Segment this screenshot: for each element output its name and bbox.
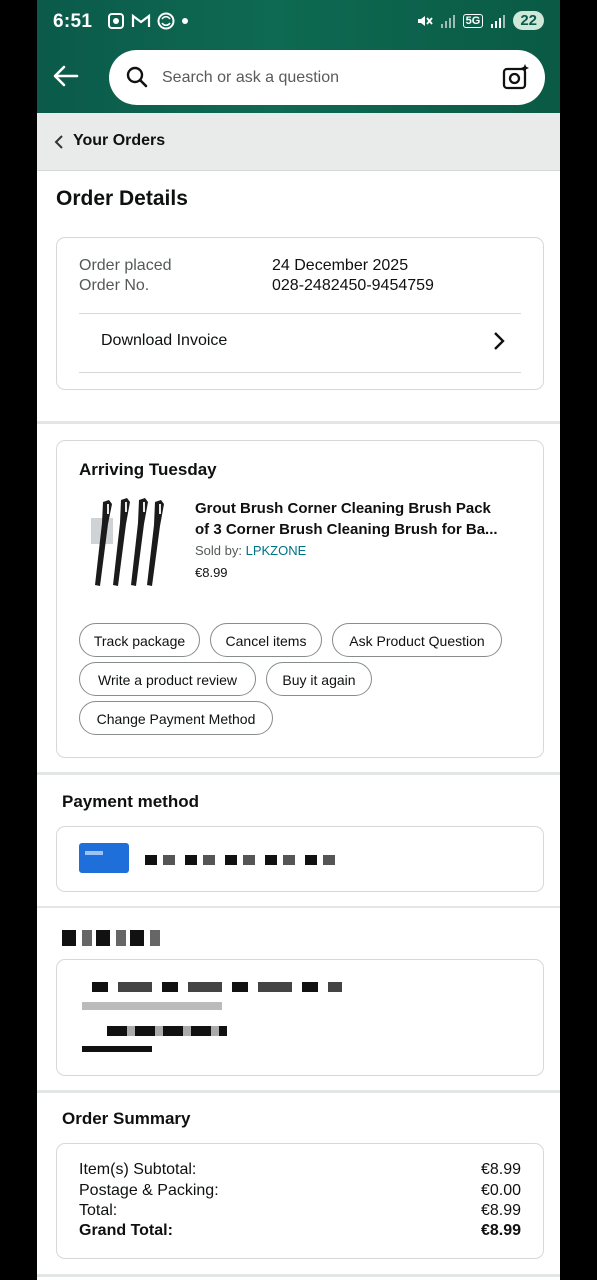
summary-label: Postage & Packing: xyxy=(79,1182,219,1199)
search-bar[interactable] xyxy=(109,50,545,105)
status-time: 6:51 xyxy=(53,11,93,32)
redacted-ship-to-title xyxy=(62,930,162,946)
payment-card[interactable] xyxy=(56,826,544,892)
seller-link[interactable]: LPKZONE xyxy=(246,543,307,558)
status-bar: 6:51 5G 22 xyxy=(37,0,560,46)
order-summary-title: Order Summary xyxy=(62,1109,191,1128)
ask-question-button[interactable]: Ask Product Question xyxy=(332,623,502,657)
order-summary-card: Item(s) Subtotal: €8.99 Postage & Packin… xyxy=(56,1143,544,1259)
product-title-line1: Grout Brush Corner Cleaning Brush Pack xyxy=(195,500,491,517)
track-package-button[interactable]: Track package xyxy=(79,623,200,657)
chevron-right-icon xyxy=(494,332,505,350)
item-price: €8.99 xyxy=(195,565,228,580)
cancel-items-button[interactable]: Cancel items xyxy=(210,623,322,657)
change-payment-button[interactable]: Change Payment Method xyxy=(79,701,273,735)
redacted-address-line1 xyxy=(92,982,342,992)
notification-icons xyxy=(107,12,189,30)
signal-icon-2 xyxy=(491,14,506,28)
address-card xyxy=(56,959,544,1076)
section-divider xyxy=(37,906,560,908)
buy-again-button[interactable]: Buy it again xyxy=(266,662,372,696)
summary-label: Grand Total: xyxy=(79,1222,173,1239)
chatgpt-icon xyxy=(157,12,175,30)
page-title: Order Details xyxy=(56,187,188,210)
redacted-address-line2 xyxy=(82,1002,222,1010)
breadcrumb[interactable]: Your Orders xyxy=(37,113,560,171)
download-invoice-button[interactable]: Download Invoice xyxy=(79,313,521,373)
summary-value: €0.00 xyxy=(480,1182,521,1199)
summary-value: €8.99 xyxy=(480,1202,521,1219)
delivery-status: Arriving Tuesday xyxy=(79,460,217,479)
order-number-value: 028-2482450-9454759 xyxy=(272,277,434,294)
app-screen: 6:51 5G 22 Your Orders Order xyxy=(37,0,560,1280)
battery-indicator: 22 xyxy=(513,11,544,30)
search-input[interactable] xyxy=(162,50,482,105)
summary-value: €8.99 xyxy=(480,1161,521,1178)
write-review-button[interactable]: Write a product review xyxy=(79,662,256,696)
screenshot-icon xyxy=(108,13,124,29)
section-divider xyxy=(37,1274,560,1277)
summary-value: €8.99 xyxy=(480,1222,521,1239)
signal-icon xyxy=(440,14,455,28)
sold-by: Sold by: LPKZONE xyxy=(195,543,306,558)
order-info-card: Order placed 24 December 2025 Order No. … xyxy=(56,237,544,390)
order-number-label: Order No. xyxy=(79,277,150,294)
card-brand-icon xyxy=(79,843,129,873)
redacted-address-line3 xyxy=(107,1026,227,1036)
download-invoice-label: Download Invoice xyxy=(101,332,228,349)
shipment-card: Arriving Tuesday Grout Brush Corner Clea… xyxy=(56,440,544,758)
order-placed-label: Order placed xyxy=(79,257,172,274)
section-divider xyxy=(37,772,560,775)
system-icons: 5G 22 xyxy=(415,11,544,30)
chevron-left-icon xyxy=(54,135,63,149)
summary-label: Total: xyxy=(79,1202,118,1219)
section-divider xyxy=(37,1090,560,1093)
gmail-icon xyxy=(131,13,151,27)
product-title[interactable]: Grout Brush Corner Cleaning Brush Pack o… xyxy=(195,498,525,540)
redacted-card-number xyxy=(145,855,337,865)
section-divider xyxy=(37,421,560,424)
sold-by-label: Sold by: xyxy=(195,543,242,558)
dot-icon xyxy=(182,18,188,24)
network-type: 5G xyxy=(462,13,484,28)
back-arrow-icon[interactable] xyxy=(51,62,81,90)
mute-icon xyxy=(417,15,433,26)
product-title-line2: of 3 Corner Brush Cleaning Brush for Ba.… xyxy=(195,521,498,538)
product-image[interactable] xyxy=(87,496,169,596)
order-placed-value: 24 December 2025 xyxy=(272,257,409,274)
breadcrumb-label: Your Orders xyxy=(73,132,166,149)
payment-method-title: Payment method xyxy=(62,792,199,811)
search-icon xyxy=(126,66,148,88)
camera-lens-icon[interactable] xyxy=(501,62,531,92)
redacted-address-line4 xyxy=(82,1046,152,1052)
summary-label: Item(s) Subtotal: xyxy=(79,1161,197,1178)
header-bar: 6:51 5G 22 xyxy=(37,0,560,113)
